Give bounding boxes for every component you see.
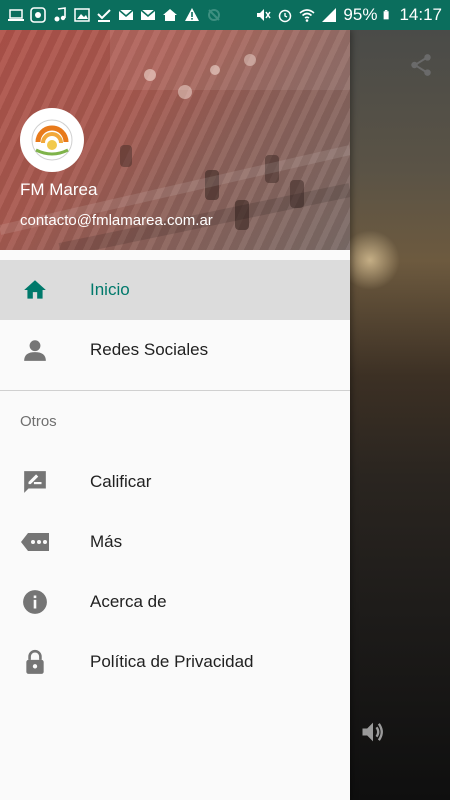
contact-email[interactable]: contacto@fmlamarea.com.ar <box>20 212 213 229</box>
check-download-icon <box>97 9 111 22</box>
wifi-icon <box>299 9 315 22</box>
menu-item-mas[interactable]: Más <box>0 512 350 572</box>
menu-item-calificar[interactable]: Calificar <box>0 452 350 512</box>
home-icon <box>24 280 46 299</box>
app-name: FM Marea <box>20 180 98 199</box>
lock-icon <box>26 649 44 674</box>
menu-label-politica-privacidad: Política de Privacidad <box>90 652 254 671</box>
sync-icon <box>208 9 220 21</box>
signal-icon <box>322 8 337 22</box>
volume-icon[interactable] <box>358 718 388 746</box>
section-title-otros: Otros <box>20 413 57 430</box>
menu-item-politica-privacidad[interactable]: Política de Privacidad <box>0 632 350 692</box>
alarm-icon <box>279 9 292 23</box>
system-icons: 95% 14:17 <box>255 5 442 25</box>
person-icon <box>24 340 46 361</box>
menu-item-acerca-de[interactable]: Acerca de <box>0 572 350 632</box>
rate-review-icon <box>24 471 46 493</box>
app-logo-avatar <box>20 108 84 172</box>
home-network-icon <box>163 9 177 21</box>
status-bar: 95% 14:17 <box>0 0 450 30</box>
menu-label-mas: Más <box>90 532 123 551</box>
navigation-drawer: FM Marea contacto@fmlamarea.com.ar Inici… <box>0 30 350 800</box>
laptop-icon <box>8 9 24 21</box>
info-icon <box>23 590 47 614</box>
gmail-icon-2 <box>140 9 156 20</box>
radio-logo-icon <box>31 119 73 161</box>
drawer-header: FM Marea contacto@fmlamarea.com.ar <box>0 30 350 250</box>
battery-icon <box>384 10 390 20</box>
image-icon <box>74 8 90 22</box>
menu-label-acerca-de: Acerca de <box>90 592 167 611</box>
battery-percent: 95% <box>343 5 378 24</box>
gmail-icon <box>118 9 134 20</box>
mute-icon <box>257 9 272 21</box>
menu-label-redes-sociales: Redes Sociales <box>90 340 209 359</box>
app-notification-icon <box>30 7 46 23</box>
warning-icon <box>185 8 199 21</box>
clock: 14:17 <box>399 5 442 24</box>
notification-icons <box>8 7 222 23</box>
menu-item-redes-sociales[interactable]: Redes Sociales <box>0 320 350 380</box>
menu-item-inicio[interactable]: Inicio <box>0 260 350 320</box>
menu-label-inicio: Inicio <box>90 280 130 299</box>
more-tag-icon <box>21 533 49 551</box>
share-icon[interactable] <box>408 52 434 78</box>
menu-label-calificar: Calificar <box>90 472 152 491</box>
music-note-icon <box>54 7 66 22</box>
drawer-divider <box>0 390 350 391</box>
